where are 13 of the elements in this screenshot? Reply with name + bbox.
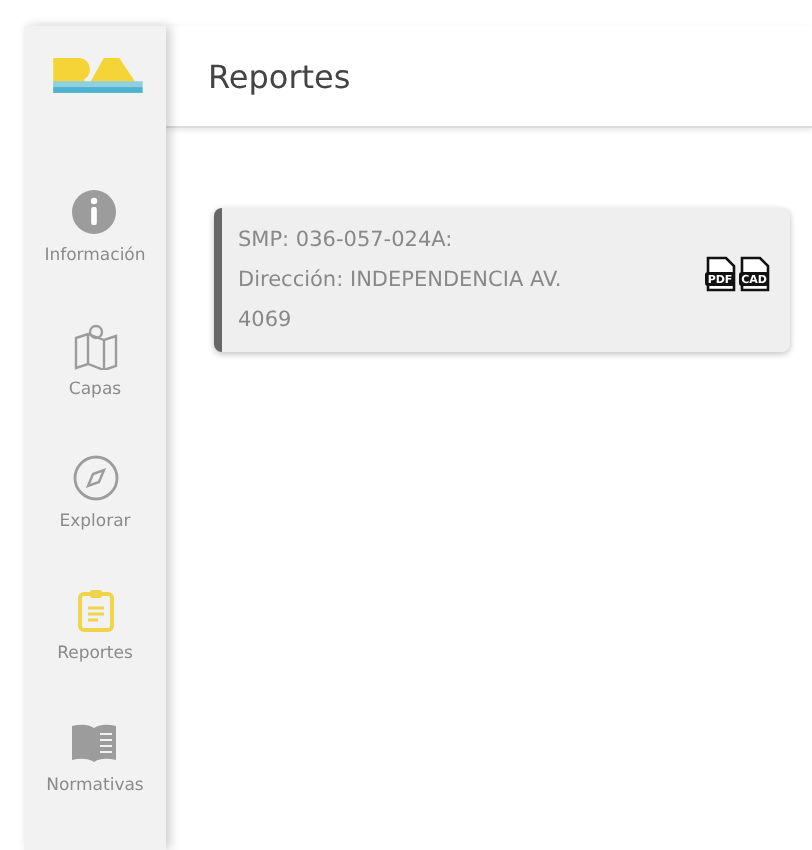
sidebar-item[interactable]: Normativas [46, 717, 144, 850]
sidebar-item[interactable]: Reportes [57, 585, 133, 718]
report-text: SMP: 036-057-024A: [238, 226, 455, 256]
compass-icon [71, 453, 119, 502]
map-icon [71, 321, 119, 370]
sidebar-item[interactable]: Explorar [59, 453, 131, 586]
page-title: Reportes [208, 57, 351, 95]
sidebar-item[interactable]: Capas [68, 321, 122, 454]
report-text: 4069 [238, 306, 294, 336]
logo-icon [47, 54, 143, 97]
info-icon [70, 188, 119, 237]
report-text: Dirección: INDEPENDENCIA AV. [238, 266, 564, 296]
sidebar-item[interactable]: Información [44, 188, 146, 322]
